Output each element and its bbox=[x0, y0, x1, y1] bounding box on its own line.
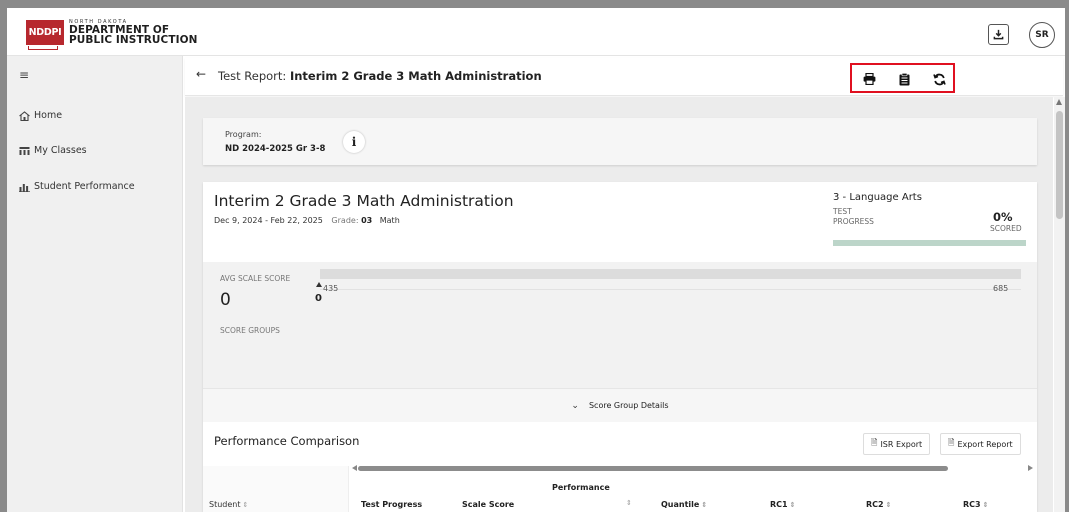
scrollbar-thumb[interactable] bbox=[1056, 111, 1063, 219]
scroll-left-icon[interactable] bbox=[352, 465, 357, 471]
test-subject: Math bbox=[379, 216, 400, 225]
score-min-label: 435 bbox=[323, 284, 339, 293]
download-button[interactable] bbox=[988, 24, 1009, 45]
table-horizontal-scrollbar[interactable] bbox=[358, 466, 948, 471]
score-marker-icon bbox=[316, 282, 322, 287]
column-header-rc2[interactable]: RC2 ⇕ bbox=[866, 500, 891, 509]
score-range-bar bbox=[320, 269, 1021, 279]
column-header-scale-score[interactable]: Scale Score bbox=[462, 500, 514, 509]
sidebar-item-label: My Classes bbox=[34, 145, 87, 156]
sidebar-item-student-performance[interactable]: Student Performance bbox=[18, 181, 135, 192]
test-title: Interim 2 Grade 3 Math Administration bbox=[214, 192, 514, 210]
sidebar-item-label: Student Performance bbox=[34, 181, 135, 192]
performance-title: Performance Comparison bbox=[214, 434, 360, 448]
scored-label: SCORED bbox=[990, 224, 1022, 233]
sidebar: ≡ Home My Classes Student Performance bbox=[7, 56, 183, 512]
refresh-icon bbox=[932, 73, 946, 85]
print-icon bbox=[863, 73, 875, 85]
scroll-right-icon[interactable] bbox=[1028, 465, 1033, 471]
column-header-rc1[interactable]: RC1 ⇕ bbox=[770, 500, 795, 509]
logo-mark: NDDPI bbox=[26, 20, 64, 50]
sort-icon: ⇕ bbox=[242, 501, 249, 509]
column-header-performance[interactable]: Performance bbox=[552, 483, 610, 492]
grade-value: 03 bbox=[361, 216, 373, 225]
avg-scale-score-value: 0 bbox=[220, 290, 231, 310]
score-group-details-label: Score Group Details bbox=[588, 401, 669, 410]
print-button[interactable] bbox=[862, 72, 876, 86]
export-report-button[interactable]: 🗎 Export Report bbox=[940, 433, 1021, 455]
clipboard-icon bbox=[899, 72, 909, 85]
program-value: ND 2024-2025 Gr 3-8 bbox=[225, 144, 326, 154]
program-label: Program: bbox=[225, 130, 262, 139]
program-card: Program: ND 2024-2025 Gr 3-8 i bbox=[203, 118, 1037, 165]
scroll-up-icon[interactable] bbox=[1056, 99, 1062, 105]
test-progress-label: TEST PROGRESS bbox=[833, 207, 874, 226]
isr-export-label: ISR Export bbox=[880, 439, 923, 449]
menu-icon[interactable]: ≡ bbox=[19, 68, 29, 82]
score-section: AVG SCALE SCORE 0 435 0 685 SCORE GROUPS bbox=[203, 262, 1037, 388]
isr-export-button[interactable]: 🗎 ISR Export bbox=[863, 433, 931, 455]
progress-percent: 0% bbox=[993, 210, 1013, 224]
classes-icon bbox=[19, 146, 30, 155]
info-icon[interactable]: i bbox=[343, 131, 365, 153]
score-range-axis bbox=[320, 289, 1021, 290]
download-icon bbox=[993, 29, 1004, 40]
chart-icon bbox=[19, 183, 30, 192]
back-arrow-icon[interactable]: ← bbox=[196, 67, 206, 81]
nddpi-logo[interactable]: NDDPI NORTH DAKOTA DEPARTMENT OF PUBLIC … bbox=[26, 20, 198, 50]
page-title-name: Interim 2 Grade 3 Math Administration bbox=[289, 69, 542, 83]
score-group-details-toggle[interactable]: ⌄ Score Group Details bbox=[203, 388, 1037, 422]
sort-icon[interactable]: ⇕ bbox=[624, 498, 632, 507]
user-avatar[interactable]: SR bbox=[1029, 22, 1055, 48]
test-header: Interim 2 Grade 3 Math Administration De… bbox=[203, 182, 1037, 262]
column-header-quantile[interactable]: Quantile ⇕ bbox=[661, 500, 707, 509]
score-groups-label: SCORE GROUPS bbox=[220, 326, 280, 335]
sidebar-item-home[interactable]: Home bbox=[18, 110, 62, 121]
avg-scale-score-label: AVG SCALE SCORE bbox=[220, 274, 291, 283]
sidebar-item-my-classes[interactable]: My Classes bbox=[18, 145, 87, 156]
file-icon: 🗎 bbox=[948, 438, 955, 447]
progress-subject: 3 - Language Arts bbox=[833, 192, 922, 203]
home-icon bbox=[19, 110, 30, 121]
column-header-student[interactable]: Student ⇕ bbox=[209, 500, 248, 509]
clipboard-button[interactable] bbox=[897, 72, 911, 86]
sort-icon: ⇕ bbox=[982, 501, 989, 509]
score-max-label: 685 bbox=[993, 284, 1009, 293]
test-dates: Dec 9, 2024 - Feb 22, 2025 bbox=[214, 216, 323, 225]
sort-icon: ⇕ bbox=[885, 501, 892, 509]
test-summary-card: Interim 2 Grade 3 Math Administration De… bbox=[203, 182, 1037, 512]
column-header-rc3[interactable]: RC3 ⇕ bbox=[963, 500, 988, 509]
app-window: NDDPI NORTH DAKOTA DEPARTMENT OF PUBLIC … bbox=[7, 8, 1065, 512]
test-meta: Dec 9, 2024 - Feb 22, 2025 Grade: 03 Mat… bbox=[214, 216, 400, 225]
file-icon: 🗎 bbox=[871, 438, 878, 447]
test-progress-bar bbox=[833, 240, 1026, 246]
grade-label: Grade: bbox=[331, 216, 359, 225]
report-toolbar bbox=[850, 63, 955, 93]
sort-icon: ⇕ bbox=[789, 501, 796, 509]
sidebar-item-label: Home bbox=[34, 110, 63, 121]
page-title: Test Report: Interim 2 Grade 3 Math Admi… bbox=[218, 69, 542, 83]
sort-icon: ⇕ bbox=[701, 501, 708, 509]
page-title-bar: ← Test Report: Interim 2 Grade 3 Math Ad… bbox=[185, 58, 1063, 96]
page-scrollbar[interactable] bbox=[1054, 97, 1065, 512]
refresh-button[interactable] bbox=[932, 72, 946, 86]
logo-line-2: PUBLIC INSTRUCTION bbox=[69, 34, 198, 46]
column-header-test-progress[interactable]: Test Progress bbox=[361, 500, 422, 509]
main-content[interactable]: Program: ND 2024-2025 Gr 3-8 i Interim 2… bbox=[185, 97, 1053, 512]
page-title-prefix: Test Report: bbox=[218, 69, 290, 83]
performance-comparison: Performance Comparison 🗎 ISR Export 🗎 Ex… bbox=[203, 422, 1037, 512]
top-header: NDDPI NORTH DAKOTA DEPARTMENT OF PUBLIC … bbox=[7, 8, 1065, 56]
export-report-label: Export Report bbox=[957, 439, 1013, 449]
score-marker-value: 0 bbox=[315, 293, 322, 304]
chevron-down-icon: ⌄ bbox=[571, 400, 579, 411]
